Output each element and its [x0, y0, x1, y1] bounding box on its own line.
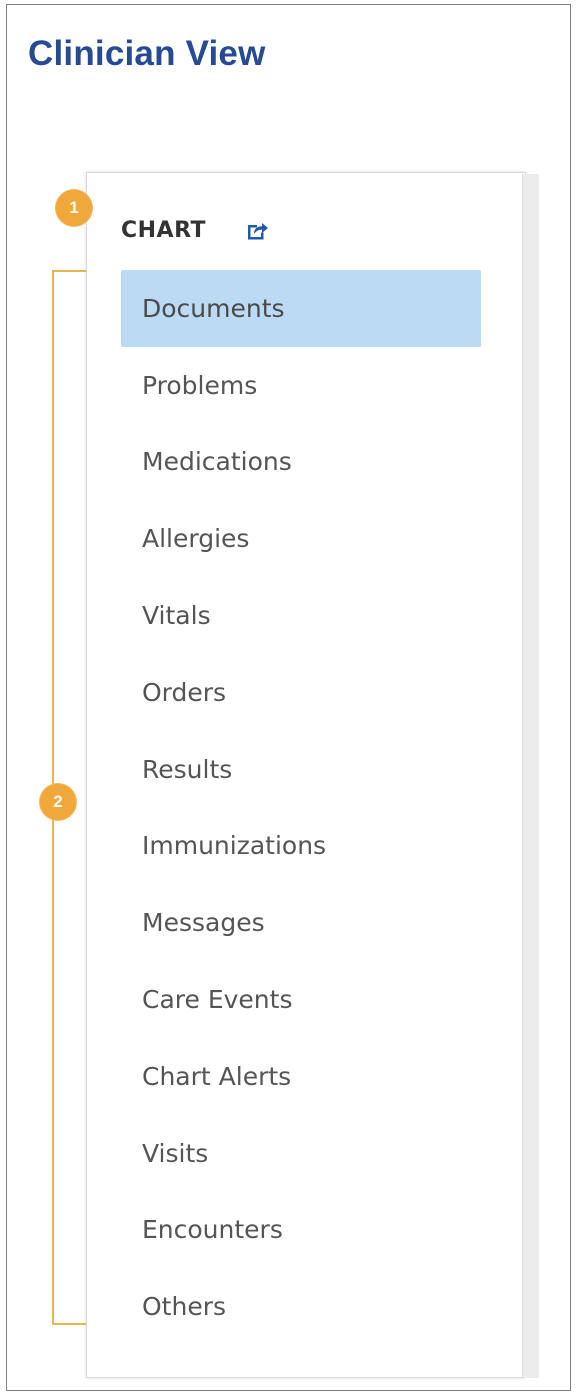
page-title: Clinician View [28, 34, 266, 73]
nav-item-allergies[interactable]: Allergies [121, 500, 481, 577]
nav-item-orders[interactable]: Orders [121, 654, 481, 731]
nav-item-vitals[interactable]: Vitals [121, 577, 481, 654]
chart-header-label: CHART [121, 217, 207, 243]
popout-icon[interactable] [244, 217, 270, 243]
chart-nav-list: Documents Problems Medications Allergies Vit… [121, 270, 481, 1345]
chart-nav-header: CHART [121, 212, 270, 248]
nav-item-immunizations[interactable]: Immunizations [121, 808, 481, 885]
nav-item-messages[interactable]: Messages [121, 884, 481, 961]
nav-item-others[interactable]: Others [121, 1268, 481, 1345]
nav-item-medications[interactable]: Medications [121, 424, 481, 501]
nav-item-care-events[interactable]: Care Events [121, 961, 481, 1038]
nav-item-visits[interactable]: Visits [121, 1115, 481, 1192]
nav-item-documents[interactable]: Documents [121, 270, 481, 347]
callout-badge-1: 1 [56, 190, 92, 226]
nav-item-encounters[interactable]: Encounters [121, 1192, 481, 1269]
nav-item-results[interactable]: Results [121, 731, 481, 808]
nav-item-problems[interactable]: Problems [121, 347, 481, 424]
callout-badge-2: 2 [40, 784, 76, 820]
nav-item-chart-alerts[interactable]: Chart Alerts [121, 1038, 481, 1115]
nav-scrollbar[interactable] [522, 174, 539, 1378]
